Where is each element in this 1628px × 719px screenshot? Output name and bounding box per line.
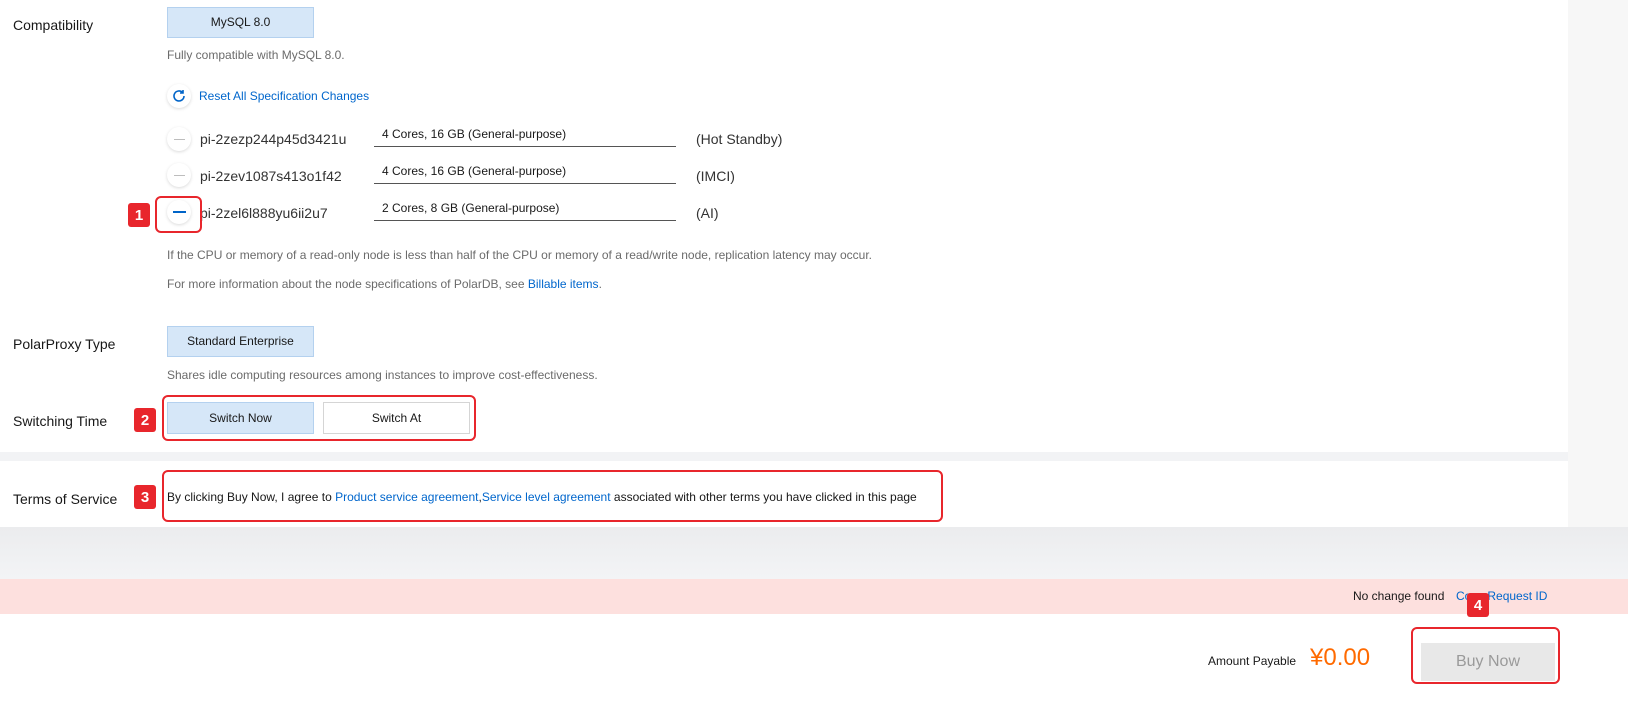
annotation-badge-3: 3: [134, 485, 156, 509]
remove-node-button[interactable]: [167, 127, 191, 151]
minus-icon: [173, 174, 185, 176]
more-info-suffix: .: [598, 277, 602, 291]
refresh-icon: [167, 84, 191, 108]
node-spec-select[interactable]: 4 Cores, 16 GB (General-purpose): [374, 123, 676, 147]
reset-specification-link[interactable]: Reset All Specification Changes: [199, 89, 369, 103]
proxy-description: Shares idle computing resources among in…: [167, 368, 598, 382]
remove-node-button[interactable]: [167, 163, 191, 187]
node-spec-select[interactable]: 2 Cores, 8 GB (General-purpose): [374, 197, 676, 221]
annotation-box-3: [162, 470, 943, 522]
annotation-badge-2: 2: [134, 408, 156, 432]
reset-row[interactable]: Reset All Specification Changes: [167, 84, 369, 108]
latency-note: If the CPU or memory of a read-only node…: [167, 248, 872, 262]
annotation-box-2: [162, 395, 476, 441]
gray-gap: [0, 527, 1628, 579]
right-strip: [1568, 0, 1628, 580]
node-role: (IMCI): [696, 168, 735, 184]
separator: [0, 452, 1568, 461]
terms-label: Terms of Service: [13, 491, 118, 507]
more-info-note: For more information about the node spec…: [167, 277, 602, 291]
billable-items-link[interactable]: Billable items: [528, 277, 599, 291]
annotation-badge-1: 1: [128, 203, 150, 227]
compatibility-description: Fully compatible with MySQL 8.0.: [167, 48, 345, 62]
node-id: pi-2zev1087s413o1f42: [200, 168, 342, 184]
switching-time-label: Switching Time: [13, 413, 108, 429]
node-id: pi-2zel6l888yu6ii2u7: [200, 205, 328, 221]
node-id: pi-2zezp244p45d3421u: [200, 131, 347, 147]
footer: [0, 614, 1628, 719]
amount-value: ¥0.00: [1310, 644, 1371, 671]
status-message: No change found: [1353, 589, 1445, 603]
more-info-text: For more information about the node spec…: [167, 277, 528, 291]
node-role: (AI): [696, 205, 719, 221]
annotation-box-4: [1411, 627, 1560, 684]
amount-payable-label: Amount Payable: [1208, 654, 1297, 668]
annotation-badge-4: 4: [1467, 593, 1489, 617]
proxy-type-button[interactable]: Standard Enterprise: [167, 326, 314, 357]
node-role: (Hot Standby): [696, 131, 783, 147]
minus-icon: [173, 138, 185, 140]
annotation-box-1: [155, 196, 202, 233]
mysql-version-button[interactable]: MySQL 8.0: [167, 7, 314, 38]
compatibility-label: Compatibility: [13, 17, 94, 33]
config-panel: [0, 0, 1568, 452]
node-spec-select[interactable]: 4 Cores, 16 GB (General-purpose): [374, 160, 676, 184]
polarproxy-label: PolarProxy Type: [13, 336, 116, 352]
